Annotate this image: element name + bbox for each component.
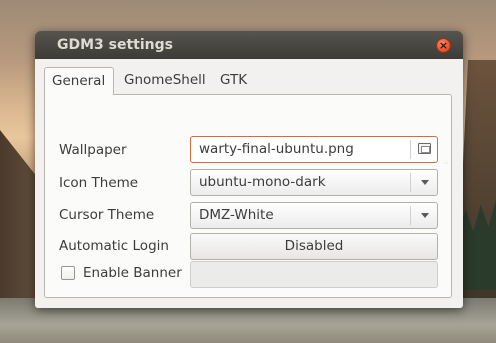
cursor-theme-value: DMZ-White xyxy=(199,207,274,223)
close-icon: × xyxy=(438,39,449,52)
dropdown-separator xyxy=(410,206,411,225)
icon-theme-value: ubuntu-mono-dark xyxy=(199,174,326,190)
automatic-login-button[interactable]: Disabled xyxy=(190,233,438,260)
cursor-theme-label: Cursor Theme xyxy=(59,207,155,223)
window-body: General GnomeShell GTK Wallpaper warty-f… xyxy=(35,59,463,308)
wallpaper-file-field[interactable]: warty-final-ubuntu.png xyxy=(190,136,438,163)
title-bar[interactable]: GDM3 settings × xyxy=(35,31,463,59)
gdm3-settings-window: GDM3 settings × General GnomeShell GTK W… xyxy=(35,31,463,308)
chevron-down-icon xyxy=(421,180,429,185)
cursor-theme-dropdown[interactable]: DMZ-White xyxy=(190,202,438,229)
general-tab-panel: Wallpaper warty-final-ubuntu.png Icon Th… xyxy=(44,94,452,298)
chevron-down-icon xyxy=(421,213,429,218)
tab-gtk[interactable]: GTK xyxy=(213,67,254,94)
wallpaper-label: Wallpaper xyxy=(59,142,127,158)
enable-banner-label[interactable]: Enable Banner xyxy=(83,265,182,281)
automatic-login-label: Automatic Login xyxy=(59,238,169,254)
enable-banner-checkbox[interactable] xyxy=(61,266,75,280)
icon-theme-dropdown[interactable]: ubuntu-mono-dark xyxy=(190,169,438,196)
field-separator xyxy=(410,140,411,159)
close-button[interactable]: × xyxy=(436,38,451,53)
dropdown-separator xyxy=(410,173,411,192)
icon-theme-label: Icon Theme xyxy=(59,175,139,191)
banner-text-field xyxy=(190,261,438,288)
window-title: GDM3 settings xyxy=(57,37,173,53)
file-chooser-icon[interactable] xyxy=(418,143,431,154)
wallpaper-value: warty-final-ubuntu.png xyxy=(199,141,354,157)
tab-gnomeshell[interactable]: GnomeShell xyxy=(117,67,213,94)
tab-general[interactable]: General xyxy=(44,67,114,95)
